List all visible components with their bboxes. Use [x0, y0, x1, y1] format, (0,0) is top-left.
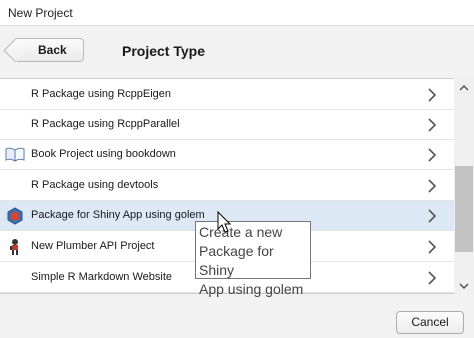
chevron-right-icon: [428, 209, 437, 223]
list-item-devtools[interactable]: R Package using devtools: [0, 171, 454, 201]
chevron-right-icon: [428, 148, 437, 162]
chevron-right-icon: [428, 240, 437, 254]
scroll-down-icon[interactable]: [459, 282, 469, 290]
chevron-right-icon: [428, 271, 437, 285]
book-icon: [5, 147, 25, 162]
list-item-label: R Package using RcppParallel: [31, 118, 180, 130]
list-item-label: Simple R Markdown Website: [31, 271, 173, 283]
mouse-cursor-icon: [217, 211, 232, 233]
chevron-right-icon: [428, 88, 437, 102]
tooltip: Create a new Package for Shiny App using…: [195, 221, 311, 297]
back-button-label: Back: [38, 43, 67, 57]
list-item-label: Package for Shiny App using golem: [31, 209, 205, 221]
list-item-label: New Plumber API Project: [31, 240, 155, 252]
list-scrollbar[interactable]: [454, 78, 474, 294]
window-title: New Project: [8, 6, 73, 20]
list-item-label: Book Project using bookdown: [31, 148, 176, 160]
scrollbar-thumb[interactable]: [455, 166, 473, 252]
golem-hexagon-icon: [7, 207, 23, 225]
page-title: Project Type: [122, 43, 205, 59]
chevron-right-icon: [428, 118, 437, 132]
list-item-bookdown[interactable]: Book Project using bookdown: [0, 140, 454, 170]
chevron-right-icon: [428, 179, 437, 193]
plumber-icon: [10, 239, 18, 255]
list-item-rcppeigen[interactable]: R Package using RcppEigen: [0, 80, 454, 110]
scroll-up-icon[interactable]: [459, 84, 469, 92]
list-item-rcppparallel[interactable]: R Package using RcppParallel: [0, 110, 454, 140]
wizard-header: Back Project Type: [0, 26, 474, 78]
window-titlebar: New Project: [0, 0, 474, 26]
list-item-label: R Package using RcppEigen: [31, 88, 172, 100]
list-item-label: R Package using devtools: [31, 179, 159, 191]
cancel-button[interactable]: Cancel: [396, 311, 464, 334]
back-button[interactable]: Back: [16, 38, 84, 62]
